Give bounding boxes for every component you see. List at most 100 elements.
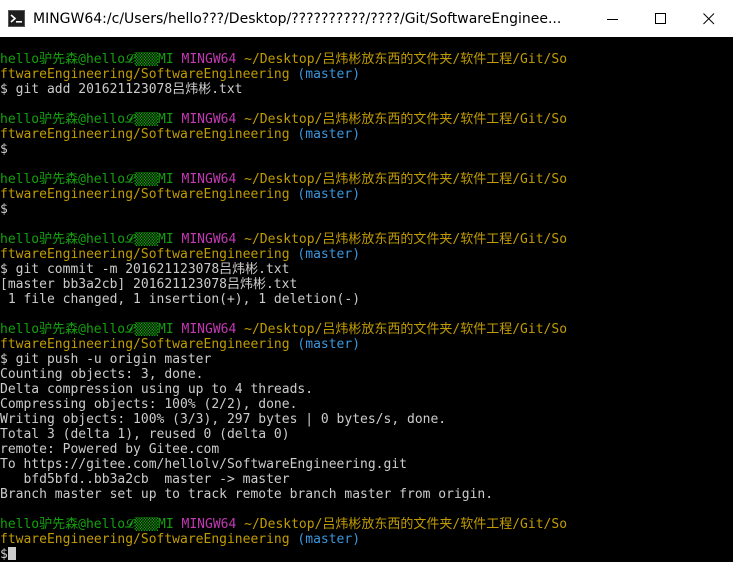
prompt-path-cont: ftwareEngineering/SoftwareEngineering [0,532,290,547]
mingw-app-icon [8,10,25,27]
prompt-line: ftwareEngineering/SoftwareEngineering (m… [0,337,733,352]
prompt-env: MINGW64 [181,517,237,532]
prompt-path-cont: ftwareEngineering/SoftwareEngineering [0,247,290,262]
prompt-symbol: $ [0,262,8,277]
prompt-path-cont: ftwareEngineering/SoftwareEngineering [0,127,290,142]
prompt-path: ~/Desktop/吕炜彬放东西的文件夹/软件工程/Git/So [244,112,568,127]
maximize-icon [655,12,666,24]
title-bar[interactable]: MINGW64:/c/Users/hello???/Desktop/??????… [0,0,733,37]
prompt-line: hello驴先森@hello𝓛▒▒▒MI MINGW64 ~/Desktop/吕… [0,172,733,187]
maximize-button[interactable] [637,0,685,37]
prompt-symbol: $ [0,142,8,157]
prompt-symbol: $ [0,352,8,367]
command-line: $ [0,142,733,157]
prompt-line: hello驴先森@hello𝓛▒▒▒MI MINGW64 ~/Desktop/吕… [0,112,733,127]
prompt-host: 𝓛▒▒▒MI [125,232,174,247]
command-text: git commit -m 201621123078吕炜彬.txt [7,262,290,277]
prompt-branch: (master) [297,247,361,262]
output-line: To https://gitee.com/hellolv/SoftwareEng… [0,457,733,472]
prompt-line: hello驴先森@hello𝓛▒▒▒MI MINGW64 ~/Desktop/吕… [0,322,733,337]
prompt-symbol: $ [0,82,8,97]
output-line: 1 file changed, 1 insertion(+), 1 deleti… [0,292,733,307]
window-title: MINGW64:/c/Users/hello???/Desktop/??????… [33,10,562,27]
output-text: Total 3 (delta 1), reused 0 (delta 0) [0,427,290,442]
minimize-icon [607,18,618,20]
prompt-path: ~/Desktop/吕炜彬放东西的文件夹/软件工程/Git/So [244,52,568,67]
output-text: remote: Powered by Gitee.com [0,442,220,457]
terminal-window: MINGW64:/c/Users/hello???/Desktop/??????… [0,0,733,562]
output-line: Branch master set up to track remote bra… [0,487,733,502]
prompt-path: ~/Desktop/吕炜彬放东西的文件夹/软件工程/Git/So [244,517,568,532]
prompt-env: MINGW64 [181,322,237,337]
close-button[interactable] [685,0,733,37]
prompt-path-cont: ftwareEngineering/SoftwareEngineering [0,67,290,82]
command-line: $ git commit -m 201621123078吕炜彬.txt [0,262,733,277]
prompt-branch: (master) [297,127,361,142]
prompt-branch: (master) [297,67,361,82]
prompt-line: hello驴先森@hello𝓛▒▒▒MI MINGW64 ~/Desktop/吕… [0,52,733,67]
output-line: Compressing objects: 100% (2/2), done. [0,397,733,412]
prompt-host: 𝓛▒▒▒MI [125,172,174,187]
output-line: remote: Powered by Gitee.com [0,442,733,457]
command-line: $ [0,547,733,562]
prompt-line: ftwareEngineering/SoftwareEngineering (m… [0,127,733,142]
output-text: Compressing objects: 100% (2/2), done. [0,397,298,412]
terminal-output[interactable]: hello驴先森@hello𝓛▒▒▒MI MINGW64 ~/Desktop/吕… [0,37,733,562]
prompt-line: hello驴先森@hello𝓛▒▒▒MI MINGW64 ~/Desktop/吕… [0,232,733,247]
prompt-branch: (master) [297,532,361,547]
close-icon [703,12,715,24]
prompt-host: 𝓛▒▒▒MI [125,112,174,127]
output-line: Counting objects: 3, done. [0,367,733,382]
text-cursor [7,547,16,560]
output-text: Delta compression using up to 4 threads. [0,382,314,397]
output-text: [master bb3a2cb] 201621123078吕炜彬.txt [0,277,298,292]
output-text: Counting objects: 3, done. [0,367,204,382]
prompt-line: ftwareEngineering/SoftwareEngineering (m… [0,67,733,82]
command-text: git add 201621123078吕炜彬.txt [7,82,243,97]
prompt-user: hello驴先森@hello [0,322,126,337]
prompt-user: hello驴先森@hello [0,172,126,187]
prompt-line: ftwareEngineering/SoftwareEngineering (m… [0,247,733,262]
prompt-user: hello驴先森@hello [0,517,126,532]
prompt-branch: (master) [297,187,361,202]
prompt-line: ftwareEngineering/SoftwareEngineering (m… [0,187,733,202]
command-line: $ [0,202,733,217]
prompt-path: ~/Desktop/吕炜彬放东西的文件夹/软件工程/Git/So [244,172,568,187]
command-line: $ git add 201621123078吕炜彬.txt [0,82,733,97]
prompt-path-cont: ftwareEngineering/SoftwareEngineering [0,187,290,202]
prompt-user: hello驴先森@hello [0,232,126,247]
output-text: Writing objects: 100% (3/3), 297 bytes |… [0,412,447,427]
minimize-button[interactable] [589,0,637,37]
prompt-host: 𝓛▒▒▒MI [125,322,174,337]
output-line: [master bb3a2cb] 201621123078吕炜彬.txt [0,277,733,292]
prompt-path: ~/Desktop/吕炜彬放东西的文件夹/软件工程/Git/So [244,232,568,247]
prompt-env: MINGW64 [181,112,237,127]
command-text: git push -u origin master [7,352,212,367]
output-line: Writing objects: 100% (3/3), 297 bytes |… [0,412,733,427]
output-text: Branch master set up to track remote bra… [0,487,494,502]
output-line: Delta compression using up to 4 threads. [0,382,733,397]
output-text: To https://gitee.com/hellolv/SoftwareEng… [0,457,407,472]
prompt-env: MINGW64 [181,52,237,67]
prompt-user: hello驴先森@hello [0,112,126,127]
prompt-env: MINGW64 [181,172,237,187]
window-controls [589,0,733,37]
prompt-branch: (master) [297,337,361,352]
prompt-path: ~/Desktop/吕炜彬放东西的文件夹/软件工程/Git/So [244,322,568,337]
prompt-env: MINGW64 [181,232,237,247]
output-line: bfd5bfd..bb3a2cb master -> master [0,472,733,487]
command-line: $ git push -u origin master [0,352,733,367]
prompt-user: hello驴先森@hello [0,52,126,67]
prompt-host: 𝓛▒▒▒MI [125,52,174,67]
output-line: Total 3 (delta 1), reused 0 (delta 0) [0,427,733,442]
output-text: 1 file changed, 1 insertion(+), 1 deleti… [0,292,361,307]
prompt-symbol: $ [0,202,8,217]
prompt-host: 𝓛▒▒▒MI [125,517,174,532]
prompt-path-cont: ftwareEngineering/SoftwareEngineering [0,337,290,352]
prompt-symbol: $ [0,547,8,562]
